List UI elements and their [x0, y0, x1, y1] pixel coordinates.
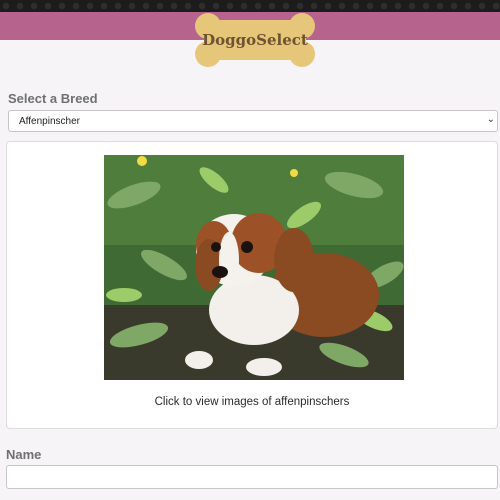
name-field-label: Name [6, 447, 42, 462]
decorative-top-strip [0, 0, 500, 12]
breed-image-card[interactable]: Click to view images of affenpinschers [6, 141, 498, 429]
puppy-photo-image [104, 155, 404, 380]
image-caption: Click to view images of affenpinschers [154, 396, 350, 408]
breed-select-value: Affenpinscher [19, 116, 80, 127]
breed-select-label: Select a Breed [8, 91, 98, 106]
puppy-photo[interactable] [104, 155, 404, 380]
breed-select[interactable]: Affenpinscher ⌄ [8, 110, 498, 132]
chevron-down-icon: ⌄ [486, 114, 495, 125]
brand-logo[interactable]: DoggoSelect [194, 12, 316, 68]
brand-name: DoggoSelect [202, 31, 308, 49]
name-input[interactable] [6, 465, 498, 489]
